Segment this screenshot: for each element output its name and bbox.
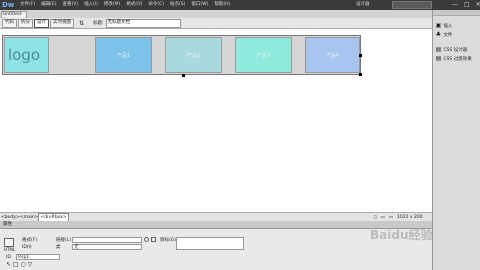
insert-panel-label: 插入 bbox=[443, 24, 453, 29]
live-view-button[interactable]: 实时视图 bbox=[50, 18, 74, 28]
html-mode-label: HTML bbox=[4, 247, 16, 252]
tag-body[interactable]: <body> bbox=[1, 214, 20, 221]
image-id-input[interactable]: Rsp1 bbox=[16, 254, 60, 260]
design-view-button[interactable]: 设计 bbox=[34, 18, 49, 28]
point-to-file-icon[interactable] bbox=[144, 237, 149, 242]
css-transitions-icon: ▤ bbox=[435, 55, 442, 62]
menu-window[interactable]: 窗口(W) bbox=[191, 0, 208, 10]
window-controls: — □ ✕ bbox=[446, 0, 480, 10]
menu-help[interactable]: 帮助(H) bbox=[214, 0, 230, 10]
menu-insert[interactable]: 插入(I) bbox=[84, 0, 98, 10]
logo-block[interactable]: logo bbox=[4, 37, 49, 73]
class-select[interactable]: 无 bbox=[72, 244, 142, 250]
css-designer-icon: ▤ bbox=[435, 46, 442, 53]
main-menu: 文件(F) 编辑(E) 查看(V) 插入(I) 修改(M) 格式(O) 命令(C… bbox=[20, 0, 236, 10]
css-designer-item[interactable]: ▤ CSS 设计器 bbox=[435, 46, 479, 54]
target-input[interactable] bbox=[176, 237, 244, 250]
css-designer-label: CSS 设计器 bbox=[443, 48, 468, 53]
product-block-3[interactable]: 产品3 bbox=[235, 37, 292, 73]
tag-main[interactable]: <main> bbox=[20, 214, 39, 221]
menubar: Dw 文件(F) 编辑(E) 查看(V) 插入(I) 修改(M) 格式(O) 命… bbox=[0, 0, 480, 10]
close-button[interactable]: ✕ bbox=[476, 0, 480, 10]
document-toolbar: 代码 拆分 设计 实时视图 ⇅ 标题: 无标题文档 bbox=[0, 18, 432, 29]
document-tab[interactable]: Untitled-1* bbox=[1, 11, 27, 23]
watermark: Baidu经验 bbox=[370, 228, 433, 242]
link-input[interactable] bbox=[72, 237, 142, 243]
menu-modify[interactable]: 修改(M) bbox=[104, 0, 120, 10]
menu-command[interactable]: 命令(C) bbox=[148, 0, 164, 10]
format-label: 格式(F) bbox=[22, 238, 38, 243]
minimize-button[interactable]: — bbox=[452, 0, 458, 10]
panel-header bbox=[433, 10, 480, 16]
title-input[interactable]: 无标题文档 bbox=[105, 18, 181, 28]
menu-site[interactable]: 站点(S) bbox=[170, 0, 185, 10]
menu-edit[interactable]: 编辑(E) bbox=[41, 0, 56, 10]
code-view-button[interactable]: 代码 bbox=[2, 18, 17, 28]
resize-handle[interactable] bbox=[359, 54, 362, 57]
menu-file[interactable]: 文件(F) bbox=[20, 0, 35, 10]
maximize-button[interactable]: □ bbox=[464, 0, 470, 10]
browse-folder-icon[interactable] bbox=[151, 237, 156, 242]
status-bar: <body> <main> <div#box> ▯ ▭ ▭ 1022 x 200 bbox=[0, 212, 432, 222]
files-icon: ♣ bbox=[435, 31, 442, 38]
resize-handle[interactable] bbox=[182, 74, 185, 77]
product-block-4[interactable]: 产品4 bbox=[305, 37, 360, 73]
title-label: 标题: bbox=[93, 21, 104, 26]
link-label: 链接(L) bbox=[56, 238, 72, 243]
css-transitions-item[interactable]: ▤ CSS 过渡效果 bbox=[435, 55, 479, 63]
html-mode-icon[interactable] bbox=[4, 238, 14, 247]
product-block-2[interactable]: 产品2 bbox=[165, 37, 222, 73]
menu-view[interactable]: 查看(V) bbox=[62, 0, 78, 10]
insert-icon: ▣ bbox=[435, 22, 442, 29]
product-block-1[interactable]: 产品1 bbox=[95, 37, 152, 73]
target-label: 目标(G) bbox=[160, 238, 176, 243]
files-panel-label: 文件 bbox=[443, 33, 453, 38]
id-label: ID(I) bbox=[22, 245, 32, 250]
menu-format[interactable]: 格式(O) bbox=[126, 0, 142, 10]
map-shape-icons[interactable]: ↖ □ ○ ▽ bbox=[6, 262, 32, 268]
split-view-button[interactable]: 拆分 bbox=[18, 18, 33, 28]
files-panel-item[interactable]: ♣ 文件 bbox=[435, 31, 479, 39]
properties-header: 属性 bbox=[0, 221, 432, 229]
file-management-icon[interactable]: ⇅ bbox=[78, 20, 85, 27]
class-label: 类 bbox=[56, 245, 61, 250]
insert-panel-item[interactable]: ▣ 插入 bbox=[435, 22, 479, 30]
workspace-switcher[interactable]: 设计器 bbox=[356, 1, 388, 9]
resize-handle[interactable] bbox=[359, 73, 362, 76]
help-search-input[interactable] bbox=[392, 1, 432, 9]
css-transitions-label: CSS 过渡效果 bbox=[443, 57, 472, 62]
tag-selector: <body> <main> <div#box> bbox=[1, 213, 69, 222]
app-logo: Dw bbox=[2, 1, 15, 9]
